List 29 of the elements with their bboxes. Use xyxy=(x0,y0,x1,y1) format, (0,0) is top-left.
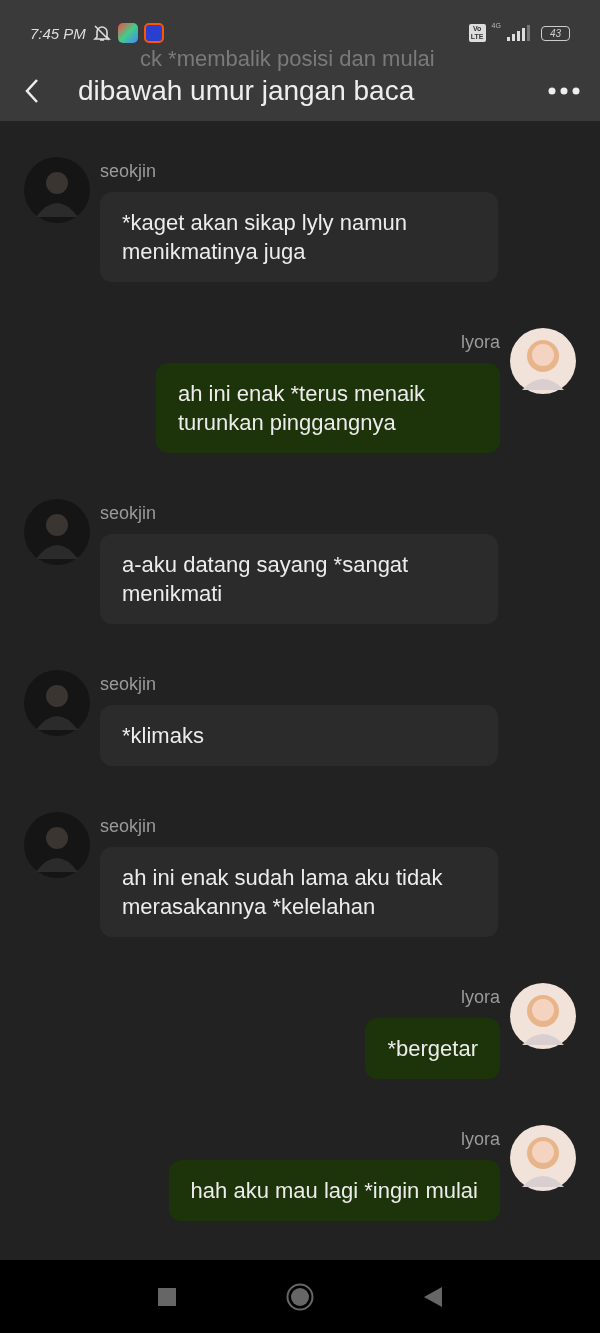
status-time: 7:45 PM xyxy=(30,24,86,42)
signal-icon xyxy=(506,25,531,41)
sender-name: lyora xyxy=(461,332,500,353)
message-bubble: hah aku mau lagi *ingin mulai xyxy=(168,1160,500,1221)
message-bubble: *bergetar xyxy=(365,1018,500,1079)
home-icon[interactable] xyxy=(286,1282,314,1311)
battery-icon: 43 xyxy=(540,25,570,41)
back-icon[interactable] xyxy=(24,78,40,104)
sender-name: lyora xyxy=(461,987,500,1008)
sender-name: seokjin xyxy=(100,161,157,182)
sender-name: lyora xyxy=(461,1129,500,1150)
recents-icon[interactable] xyxy=(158,1287,176,1306)
message-bubble: ah ini enak *terus menaik turunkan pinggangnya xyxy=(156,363,500,453)
app-icon xyxy=(143,23,164,43)
message-bubble: *klimaks xyxy=(100,705,498,766)
more-icon[interactable] xyxy=(548,87,580,95)
sender-name: seokjin xyxy=(100,674,157,695)
message-bubble: *kaget akan sikap lyly namun menikmatinya juga xyxy=(100,192,498,282)
message-text: ck *membalik posisi dan mulai xyxy=(140,46,435,72)
avatar[interactable] xyxy=(510,983,576,1049)
app-icon xyxy=(117,23,138,43)
avatar[interactable] xyxy=(510,1125,576,1191)
message-bubble: a-aku datang sayang *sangat menikmati xyxy=(100,534,498,624)
chat-title: dibawah umur jangan baca xyxy=(78,75,416,107)
avatar[interactable] xyxy=(510,328,576,394)
sender-name: seokjin xyxy=(100,503,157,524)
bell-off-icon xyxy=(91,23,112,43)
message-bubble: ah ini enak sudah lama aku tidak merasakannya *kelelahan xyxy=(100,847,498,937)
sender-name: seokjin xyxy=(100,816,157,837)
